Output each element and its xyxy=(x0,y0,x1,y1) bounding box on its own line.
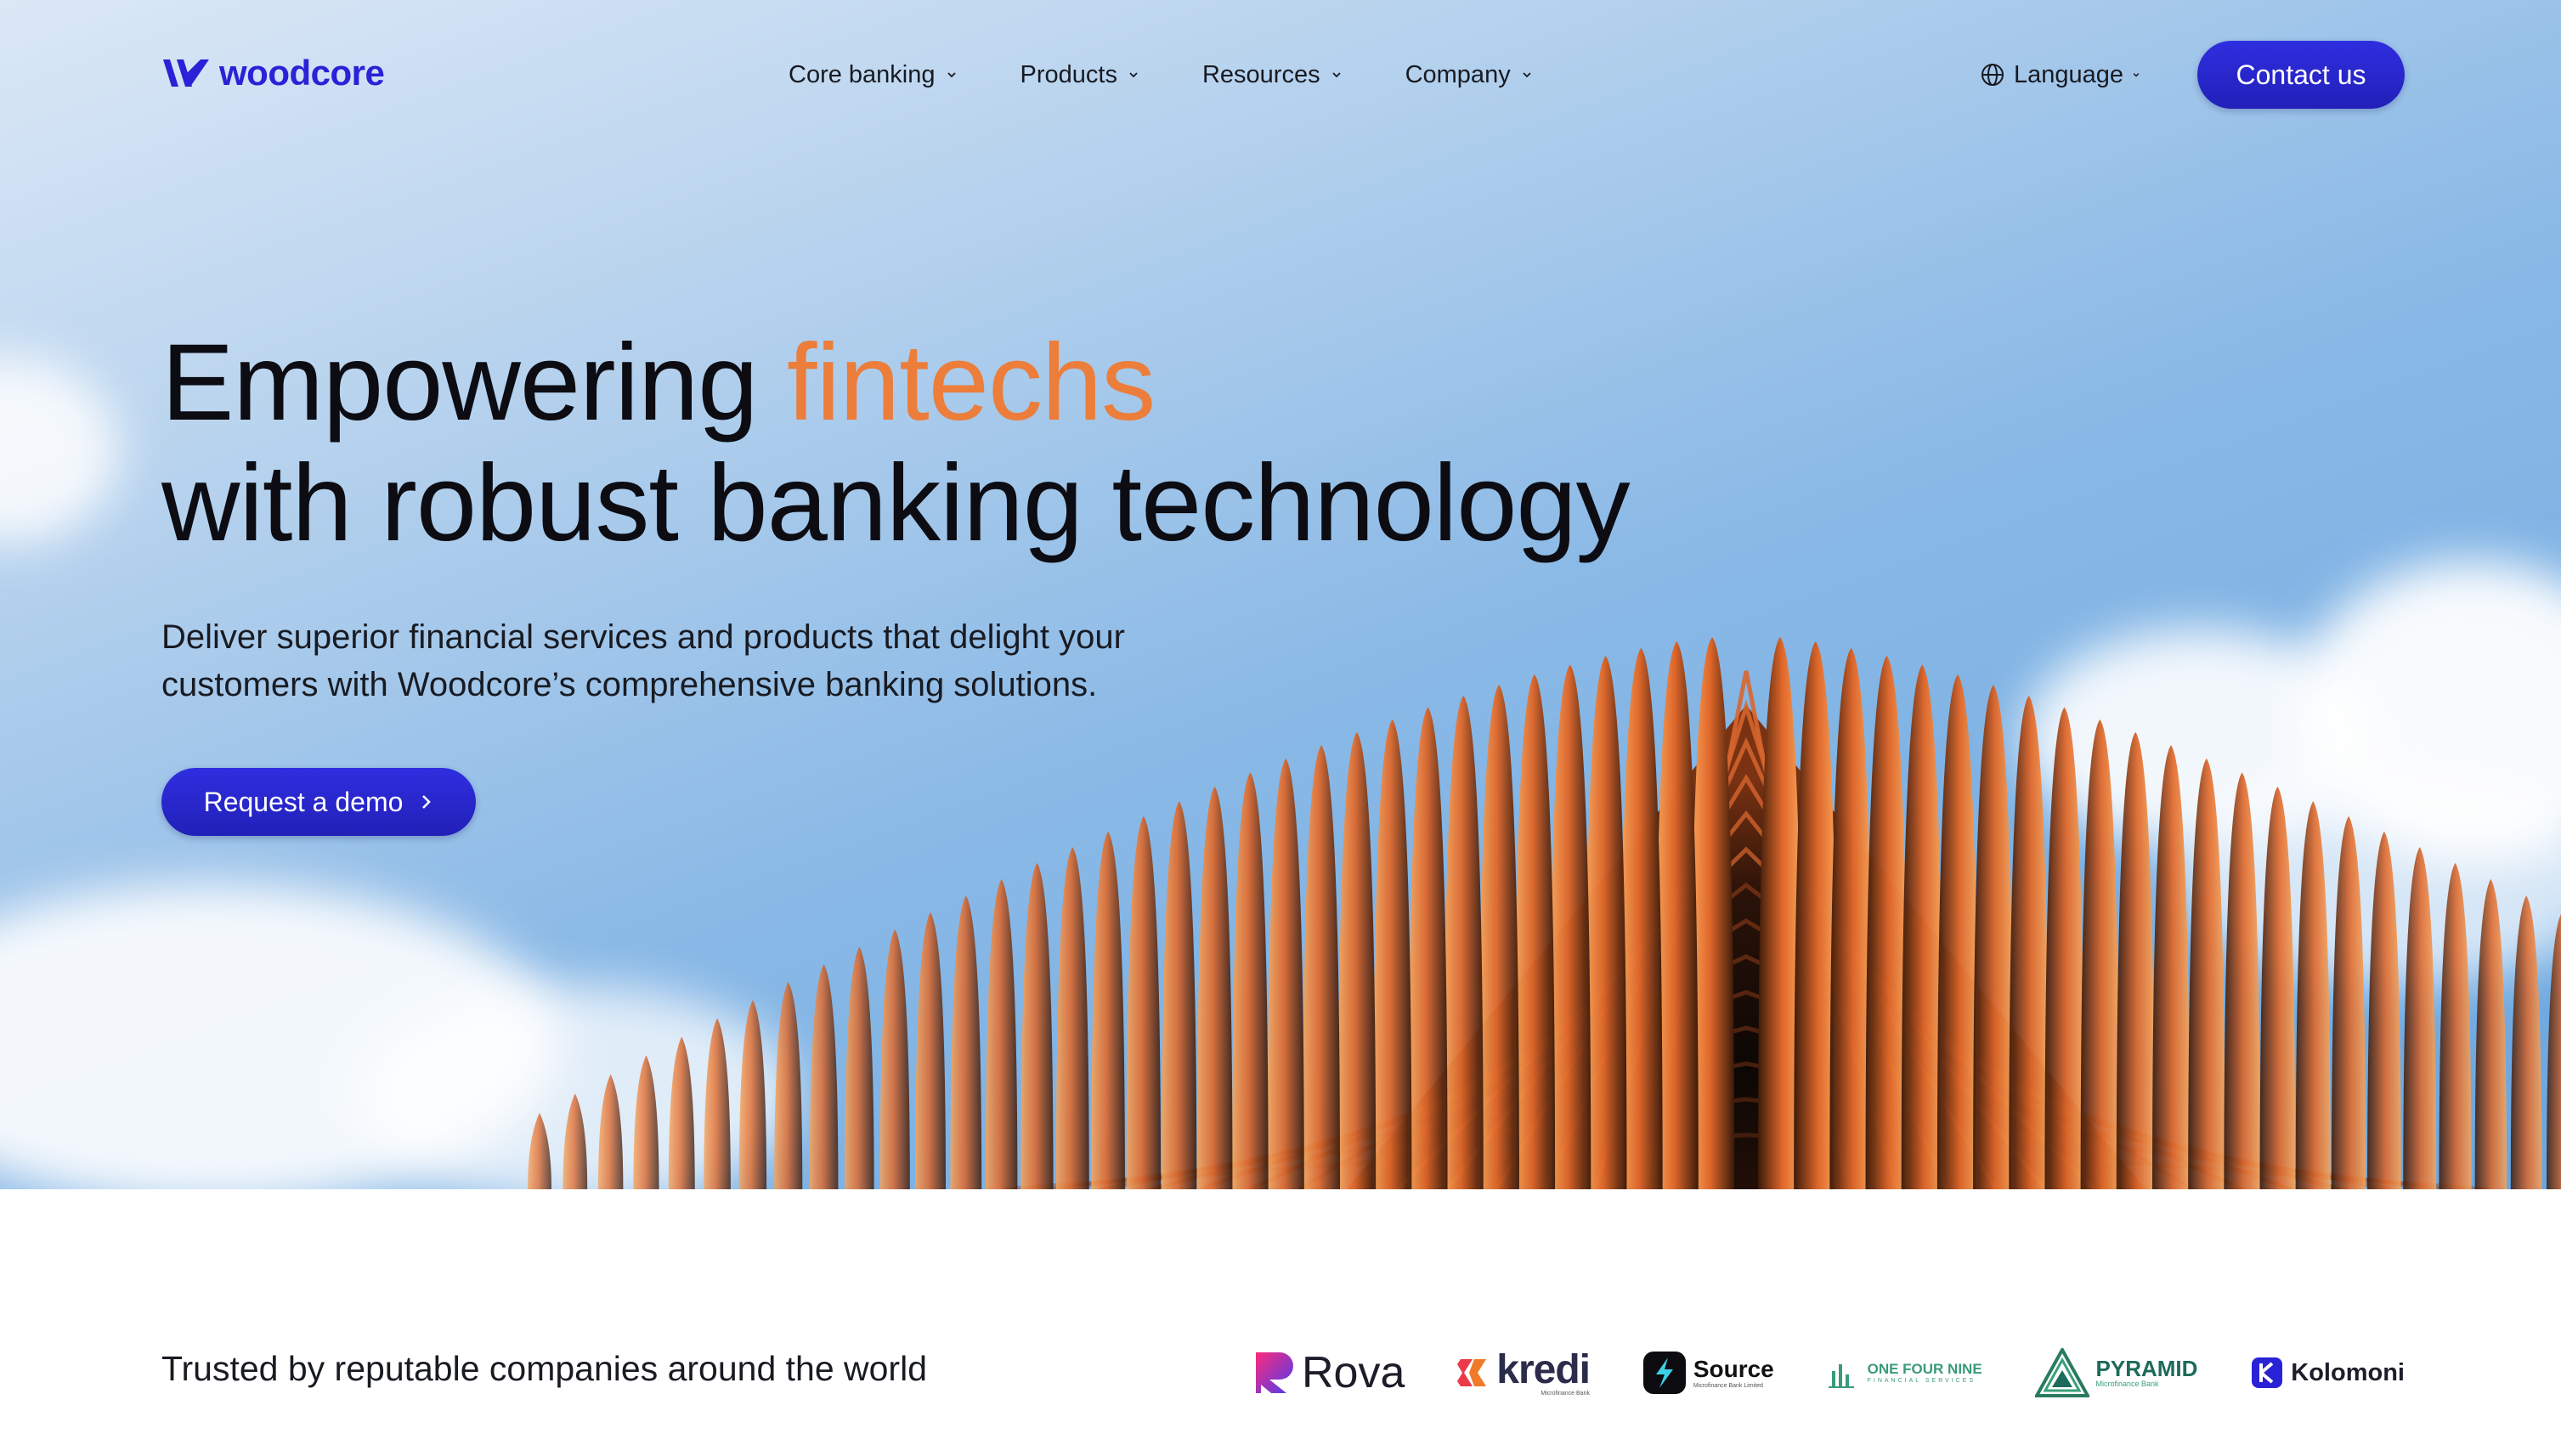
woodcore-logo-icon xyxy=(163,59,209,87)
hero-subheading: Deliver superior financial services and … xyxy=(161,618,1125,703)
pyramid-logo: PYRAMID Microfinance Bank xyxy=(2034,1348,2198,1397)
logo-text: Source xyxy=(1693,1355,1774,1382)
partner-logos: Rova kredi Microfinance Bank Source Micr… xyxy=(1254,1347,2405,1398)
pyramid-logo-icon xyxy=(2034,1348,2089,1397)
brand-name: woodcore xyxy=(219,53,385,93)
hero-section: woodcore Core banking Products Resources… xyxy=(0,0,2561,1189)
nav-label: Products xyxy=(1020,60,1117,88)
chevron-right-icon xyxy=(422,795,432,809)
demo-button-label: Request a demo xyxy=(203,786,404,817)
language-label: Language xyxy=(2014,60,2124,88)
logo-subtext: Microfinance Bank xyxy=(2095,1379,2159,1388)
one-four-nine-logo-icon xyxy=(1828,1364,1854,1388)
hero-architecture-artwork xyxy=(528,637,2561,1189)
logo-text: PYRAMID xyxy=(2095,1355,2198,1381)
source-logo-icon xyxy=(1642,1352,1686,1394)
chevron-down-icon xyxy=(1523,72,1531,78)
logo-text: kredi xyxy=(1496,1346,1591,1392)
one-four-nine-logo: ONE FOUR NINE FINANCIAL SERVICES xyxy=(1827,1356,1982,1390)
logo-subtext: FINANCIAL SERVICES xyxy=(1867,1377,1976,1384)
trusted-by-heading: Trusted by reputable companies around th… xyxy=(161,1349,927,1388)
woodcore-logo[interactable]: woodcore xyxy=(161,53,385,93)
chevron-down-icon xyxy=(1331,72,1341,78)
main-nav: Core banking Products Resources Company xyxy=(789,54,1596,95)
rova-logo-icon xyxy=(1256,1352,1293,1393)
nav-products[interactable]: Products xyxy=(1020,54,1139,95)
rova-logo: Rova xyxy=(1254,1347,1405,1398)
hero-headline: Empowering fintechs with robust banking … xyxy=(161,322,1631,564)
logo-subtext: Microfinance Bank xyxy=(1541,1390,1590,1397)
contact-us-button[interactable]: Contact us xyxy=(2197,41,2405,109)
chevron-down-icon xyxy=(2133,73,2140,77)
nav-label: Resources xyxy=(1201,60,1320,88)
logo-text: ONE FOUR NINE xyxy=(1867,1360,1982,1377)
headline-end: with robust banking technology xyxy=(161,443,1631,564)
kolomoni-logo: Kolomoni xyxy=(2250,1356,2405,1390)
logo-subtext: Microfinance Bank Limited xyxy=(1693,1382,1763,1389)
nav-resources[interactable]: Resources xyxy=(1202,54,1343,95)
chevron-down-icon xyxy=(1129,72,1138,78)
headline-accent: fintechs xyxy=(787,322,1156,443)
logo-text: Rova xyxy=(1302,1348,1405,1397)
globe-icon xyxy=(1982,64,2004,86)
kredi-logo: kredi Microfinance Bank xyxy=(1457,1346,1591,1397)
chevron-down-icon xyxy=(947,72,956,78)
nav-label: Core banking xyxy=(789,60,936,88)
source-logo: Source Microfinance Bank Limited xyxy=(1642,1351,1774,1395)
logo-text: Kolomoni xyxy=(2291,1358,2405,1386)
nav-company[interactable]: Company xyxy=(1405,54,1533,95)
request-demo-button[interactable]: Request a demo xyxy=(161,768,476,836)
kredi-logo-icon xyxy=(1457,1359,1487,1386)
language-selector[interactable]: Language xyxy=(1980,54,2140,95)
headline-start: Empowering xyxy=(161,322,787,443)
kolomoni-logo-icon xyxy=(2252,1357,2283,1388)
nav-core-banking[interactable]: Core banking xyxy=(789,54,958,95)
nav-label: Company xyxy=(1405,60,1511,88)
